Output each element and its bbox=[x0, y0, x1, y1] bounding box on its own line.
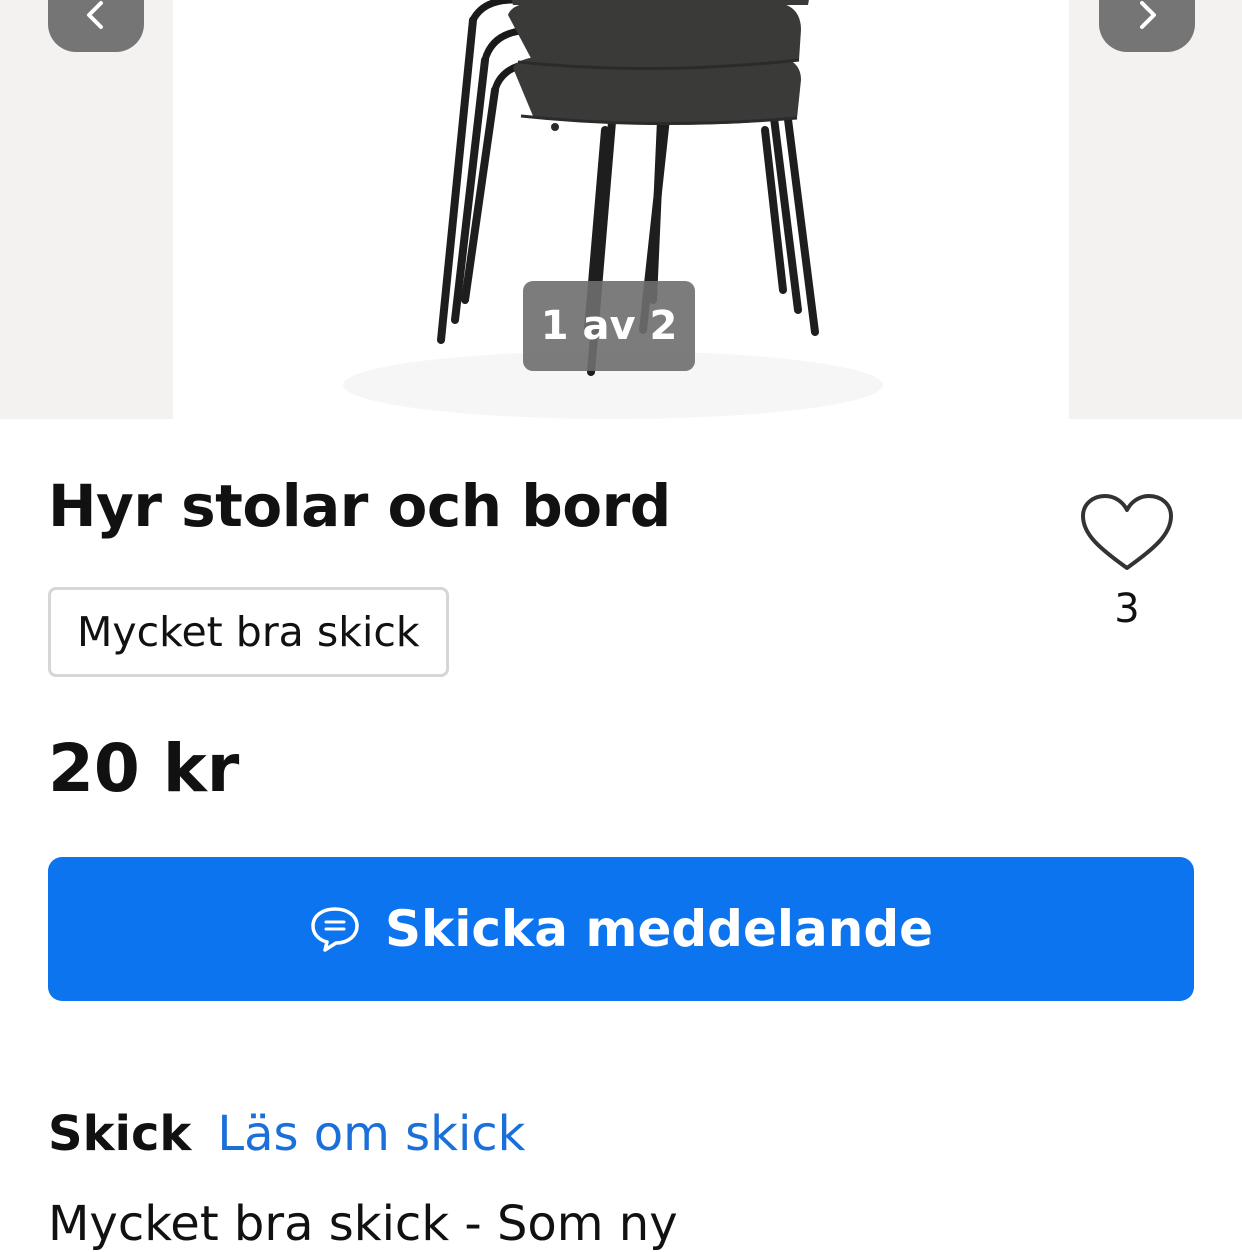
send-message-button[interactable]: Skicka meddelande bbox=[48, 857, 1194, 1001]
chevron-right-icon bbox=[1140, 1, 1156, 29]
listing-title: Hyr stolar och bord bbox=[48, 472, 671, 540]
next-image-button[interactable] bbox=[1099, 0, 1195, 52]
condition-section-header: Skick Läs om skick bbox=[48, 1106, 525, 1162]
chevron-left-icon bbox=[87, 1, 103, 29]
send-message-label: Skicka meddelande bbox=[384, 900, 934, 958]
read-about-condition-link[interactable]: Läs om skick bbox=[217, 1106, 525, 1162]
favorite-button[interactable]: 3 bbox=[1074, 492, 1180, 642]
heart-outline-icon bbox=[1081, 494, 1173, 570]
condition-heading: Skick bbox=[48, 1106, 192, 1162]
image-gallery[interactable]: 1 av 2 bbox=[0, 0, 1242, 419]
image-counter: 1 av 2 bbox=[523, 281, 695, 371]
chat-bubble-icon bbox=[309, 905, 361, 953]
condition-description: Mycket bra skick - Som ny bbox=[48, 1196, 678, 1252]
favorite-count: 3 bbox=[1114, 586, 1140, 632]
condition-badge: Mycket bra skick bbox=[48, 587, 449, 677]
previous-image-button[interactable] bbox=[48, 0, 144, 52]
price: 20 kr bbox=[48, 730, 240, 807]
